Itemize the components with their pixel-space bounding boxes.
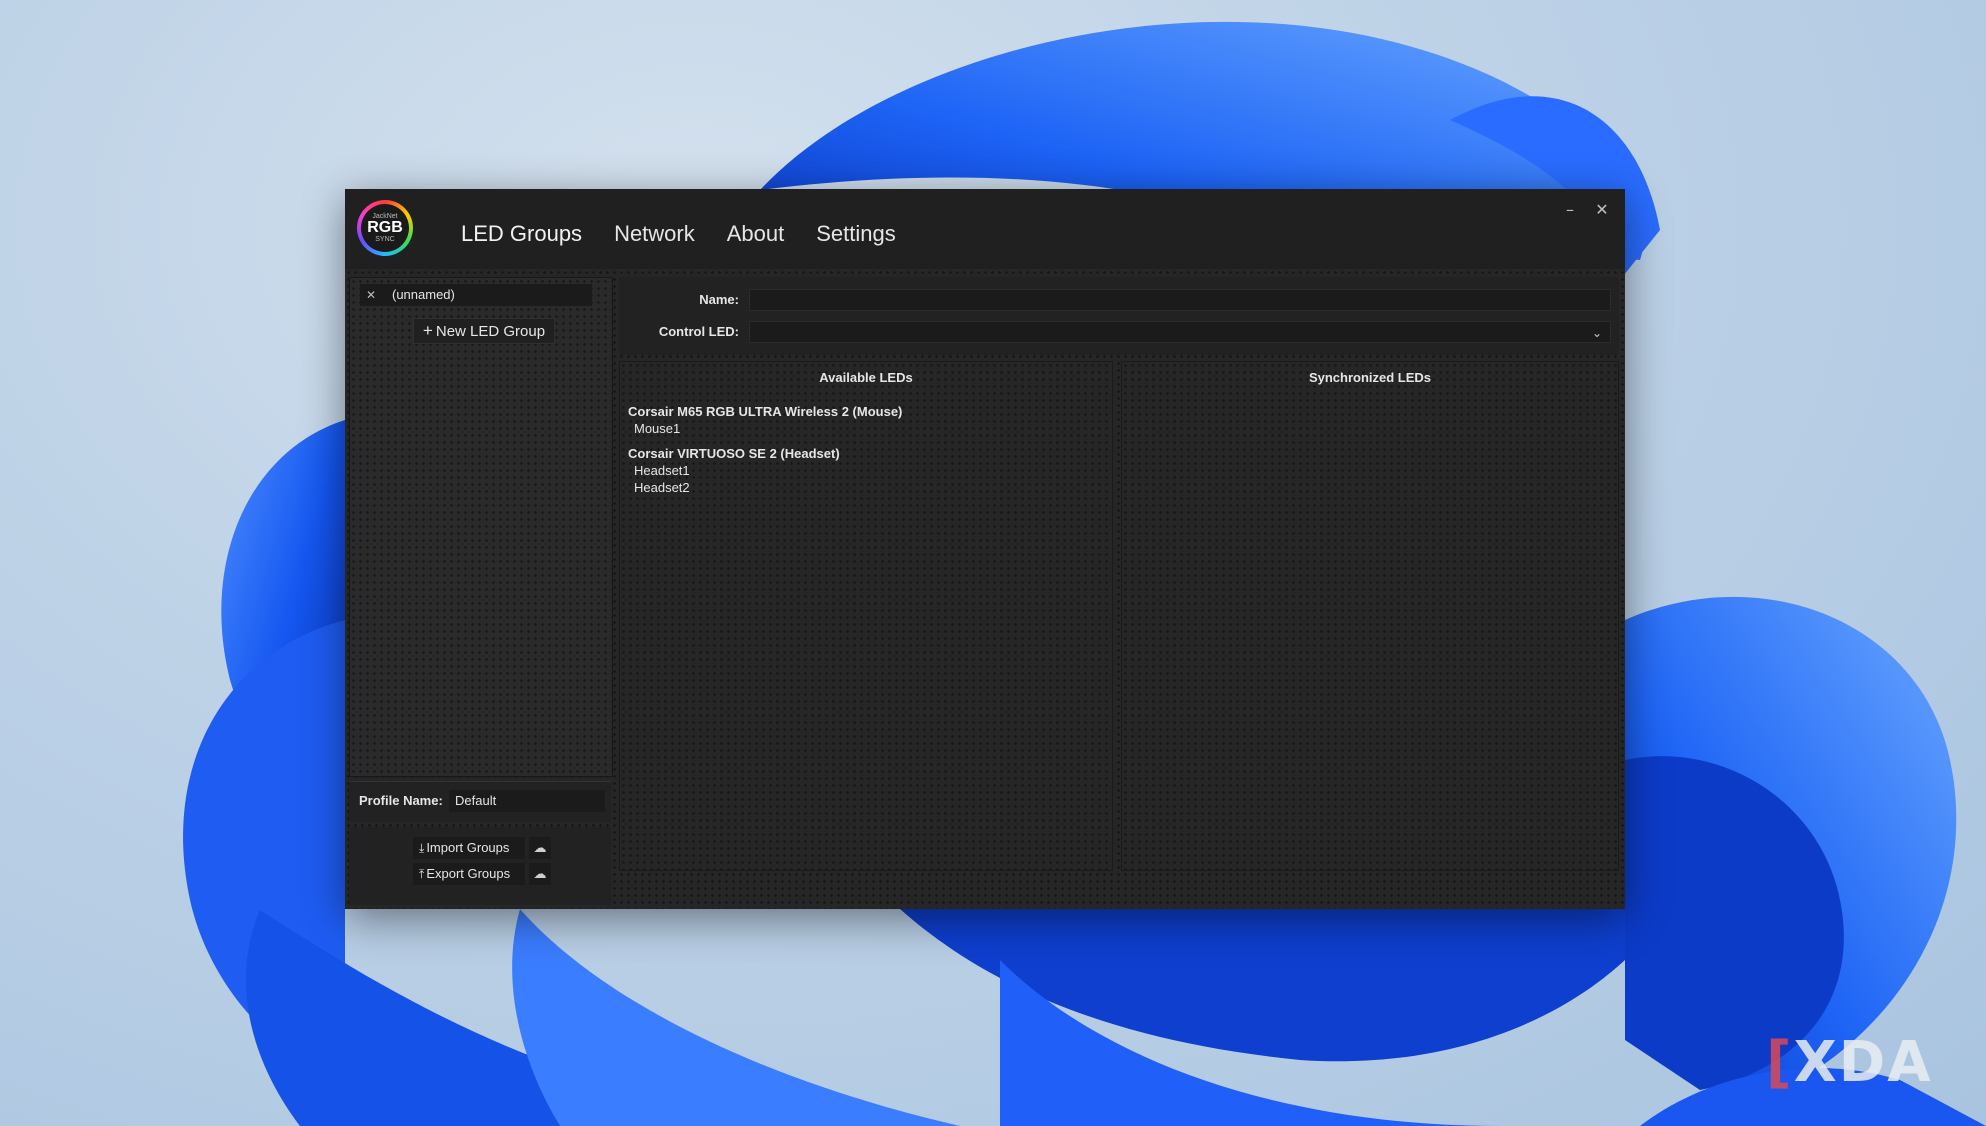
- minimize-button[interactable]: –: [1555, 199, 1585, 221]
- led-group-name: (unnamed): [392, 287, 455, 302]
- name-label: Name:: [699, 292, 739, 307]
- control-led-label: Control LED:: [658, 324, 739, 339]
- new-led-group-button[interactable]: + New LED Group: [413, 318, 555, 344]
- upload-icon: ⤒: [419, 867, 425, 881]
- plus-icon: +: [422, 321, 433, 340]
- close-button[interactable]: ✕: [1587, 199, 1617, 221]
- profile-name-label: Profile Name:: [359, 793, 443, 808]
- led-item[interactable]: Mouse1: [634, 421, 680, 436]
- profile-name-row: Profile Name: Default: [349, 781, 611, 822]
- device-name[interactable]: Corsair M65 RGB ULTRA Wireless 2 (Mouse): [628, 404, 902, 419]
- close-icon[interactable]: ✕: [366, 284, 378, 306]
- led-item[interactable]: Headset1: [634, 463, 690, 478]
- xda-watermark: [XDA: [1766, 1030, 1933, 1095]
- main-nav: LED Groups Network About Settings: [445, 189, 912, 269]
- device-name[interactable]: Corsair VIRTUOSO SE 2 (Headset): [628, 446, 840, 461]
- import-groups-button[interactable]: ⤓ Import Groups: [413, 837, 525, 859]
- led-groups-panel: ✕ (unnamed) + New LED Group: [349, 277, 613, 777]
- tab-settings[interactable]: Settings: [800, 189, 912, 269]
- tab-led-groups[interactable]: LED Groups: [445, 189, 598, 269]
- app-window: JackNet RGB SYNC LED Groups Network Abou…: [345, 189, 1625, 909]
- control-led-dropdown[interactable]: ⌄: [749, 321, 1611, 343]
- title-bar: JackNet RGB SYNC LED Groups Network Abou…: [345, 189, 1625, 269]
- import-export-panel: ⤓ Import Groups ☁ ⤒ Export Groups ☁: [349, 827, 611, 905]
- xda-bracket-icon: [: [1766, 1030, 1794, 1095]
- led-item[interactable]: Headset2: [634, 480, 690, 495]
- tab-network[interactable]: Network: [598, 189, 711, 269]
- app-logo: JackNet RGB SYNC: [357, 200, 413, 256]
- cloud-download-icon[interactable]: ☁: [529, 837, 551, 859]
- available-leds-title: Available LEDs: [819, 370, 913, 385]
- group-settings-form: Name: Control LED: ⌄: [619, 277, 1619, 355]
- download-icon: ⤓: [419, 841, 425, 855]
- available-leds-panel: Available LEDs Corsair M65 RGB ULTRA Wir…: [619, 361, 1113, 871]
- led-group-item[interactable]: ✕ (unnamed): [360, 284, 592, 306]
- synchronized-leds-panel[interactable]: Synchronized LEDs: [1121, 361, 1619, 871]
- tab-about[interactable]: About: [711, 189, 801, 269]
- export-groups-button[interactable]: ⤒ Export Groups: [413, 863, 525, 885]
- cloud-upload-icon[interactable]: ☁: [529, 863, 551, 885]
- chevron-down-icon: ⌄: [1591, 326, 1602, 340]
- synchronized-leds-title: Synchronized LEDs: [1308, 370, 1432, 385]
- main-content: ✕ (unnamed) + New LED Group Profile Name:…: [345, 269, 1625, 909]
- profile-name-field[interactable]: Default: [449, 790, 605, 812]
- name-field[interactable]: [749, 289, 1611, 311]
